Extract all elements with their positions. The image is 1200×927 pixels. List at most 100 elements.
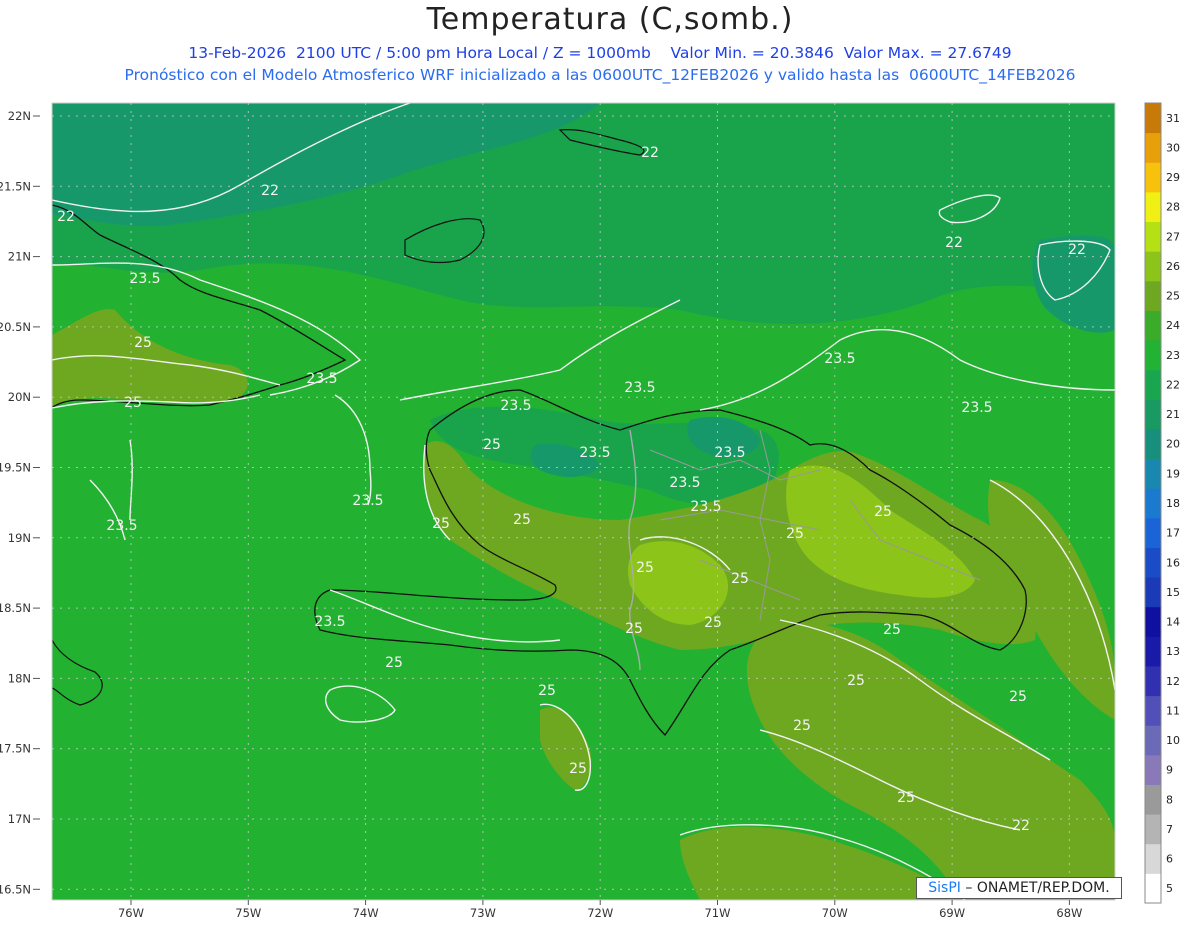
lon-label: 74W xyxy=(353,906,379,920)
colorbar-label: 20 xyxy=(1166,438,1180,451)
colorbar-label: 16 xyxy=(1166,556,1180,569)
colorbar-swatch xyxy=(1145,606,1161,637)
colorbar-swatch xyxy=(1145,132,1161,163)
contour-label: 23.5 xyxy=(352,493,383,509)
colorbar: 5 6 7 8 9 10 11 12 13 14 15 16 17 18 19 20 21 22 23 24 25 26 2… xyxy=(1144,102,1180,904)
colorbar-label: 12 xyxy=(1166,675,1180,688)
colorbar-label: 22 xyxy=(1166,378,1180,391)
colorbar-swatch xyxy=(1145,458,1161,489)
lat-label: 18.5N xyxy=(0,601,31,615)
temperature-map: 22 22 22 22 22 23.5 23.5 23.5 23.5 23.5 23.5 23.5 23… xyxy=(0,102,1180,920)
colorbar-swatch xyxy=(1145,754,1161,785)
contour-label: 25 xyxy=(569,761,587,777)
colorbar-label: 5 xyxy=(1166,882,1173,895)
contour-label: 22 xyxy=(57,209,75,225)
contour-label: 22 xyxy=(945,235,963,251)
colorbar-label: 13 xyxy=(1166,645,1180,658)
lon-label: 69W xyxy=(939,906,965,920)
colorbar-swatch xyxy=(1145,369,1161,400)
colorbar-label: 9 xyxy=(1166,764,1173,777)
colorbar-label: 18 xyxy=(1166,497,1180,510)
lat-label: 16.5N xyxy=(0,882,31,896)
colorbar-swatch xyxy=(1145,399,1161,430)
colorbar-label: 17 xyxy=(1166,527,1180,540)
contour-label: 22 xyxy=(1068,242,1086,258)
colorbar-label: 14 xyxy=(1166,616,1180,629)
colorbar-swatch xyxy=(1145,843,1161,874)
colorbar-swatch xyxy=(1145,636,1161,667)
colorbar-swatch xyxy=(1145,814,1161,845)
colorbar-label: 10 xyxy=(1166,734,1180,747)
colorbar-swatch xyxy=(1145,488,1161,519)
colorbar-label: 26 xyxy=(1166,260,1180,273)
contour-label: 23.5 xyxy=(129,271,160,287)
contour-label: 25 xyxy=(874,504,892,520)
credit-box: SisPI – ONAMET/REP.DOM. xyxy=(916,877,1122,899)
colorbar-swatch xyxy=(1145,517,1161,548)
colorbar-label: 23 xyxy=(1166,349,1180,362)
contour-label: 22 xyxy=(261,183,279,199)
contour-label: 25 xyxy=(538,683,556,699)
colorbar-label: 7 xyxy=(1166,823,1173,836)
colorbar-swatch xyxy=(1145,191,1161,223)
contour-label: 22 xyxy=(1012,818,1030,834)
contour-label: 23.5 xyxy=(824,351,855,367)
lat-label: 22N xyxy=(8,109,31,123)
contour-label: 23.5 xyxy=(669,475,700,491)
contour-label: 23.5 xyxy=(314,614,345,630)
colorbar-swatch xyxy=(1145,784,1161,815)
contour-label: 25 xyxy=(731,571,749,587)
contour-label: 23.5 xyxy=(500,398,531,414)
colorbar-label: 25 xyxy=(1166,290,1180,303)
colorbar-label: 15 xyxy=(1166,586,1180,599)
colorbar-swatch xyxy=(1145,428,1161,460)
colorbar-swatch xyxy=(1145,695,1161,726)
contour-label: 23.5 xyxy=(579,445,610,461)
colorbar-label: 28 xyxy=(1166,201,1180,214)
colorbar-swatch xyxy=(1145,221,1161,252)
contour-label: 25 xyxy=(432,516,450,532)
contour-label: 25 xyxy=(483,437,501,453)
lon-label: 76W xyxy=(118,906,144,920)
colorbar-swatch xyxy=(1145,310,1161,341)
colorbar-label: 21 xyxy=(1166,408,1180,421)
contour-label: 23.5 xyxy=(961,400,992,416)
lon-label: 73W xyxy=(470,906,496,920)
colorbar-swatch xyxy=(1145,103,1161,134)
colorbar-swatch xyxy=(1145,340,1161,371)
colorbar-label: 29 xyxy=(1166,171,1180,184)
contour-label: 25 xyxy=(513,512,531,528)
colorbar-label: 11 xyxy=(1166,704,1180,717)
contour-label: 25 xyxy=(786,526,804,542)
lat-label: 20.5N xyxy=(0,320,31,334)
lat-label: 17N xyxy=(8,812,31,826)
shaded-field: 22 22 22 22 22 23.5 23.5 23.5 23.5 23.5 23.5 23.5 23… xyxy=(52,103,1115,900)
colorbar-label: 19 xyxy=(1166,467,1180,480)
colorbar-label: 27 xyxy=(1166,230,1180,243)
lat-label: 19.5N xyxy=(0,461,31,475)
contour-label: 25 xyxy=(847,673,865,689)
colorbar-swatch xyxy=(1145,547,1161,578)
credit-text: – ONAMET/REP.DOM. xyxy=(960,880,1110,896)
lon-label: 70W xyxy=(822,906,848,920)
colorbar-swatch xyxy=(1145,665,1161,697)
contour-label: 23.5 xyxy=(306,371,337,387)
lon-label: 75W xyxy=(235,906,261,920)
contour-label: 25 xyxy=(704,615,722,631)
contour-label: 25 xyxy=(1009,689,1027,705)
colorbar-swatch xyxy=(1145,162,1161,193)
lon-label: 68W xyxy=(1056,906,1082,920)
lat-label: 17.5N xyxy=(0,742,31,756)
lon-label: 72W xyxy=(587,906,613,920)
lat-label: 20N xyxy=(8,390,31,404)
colorbar-swatch xyxy=(1145,873,1161,904)
contour-label: 22 xyxy=(641,145,659,161)
colorbar-label: 24 xyxy=(1166,319,1180,332)
colorbar-label: 30 xyxy=(1166,141,1180,154)
lat-label: 21.5N xyxy=(0,179,31,193)
latitude-axis: 22N 21.5N 21N 20.5N 20N 19.5N 19N 18.5N 18N 17.5N… xyxy=(0,109,40,896)
contour-label: 23.5 xyxy=(106,518,137,534)
colorbar-swatch xyxy=(1145,725,1161,756)
credit-brand: SisPI xyxy=(928,880,961,896)
colorbar-swatch xyxy=(1145,280,1161,311)
